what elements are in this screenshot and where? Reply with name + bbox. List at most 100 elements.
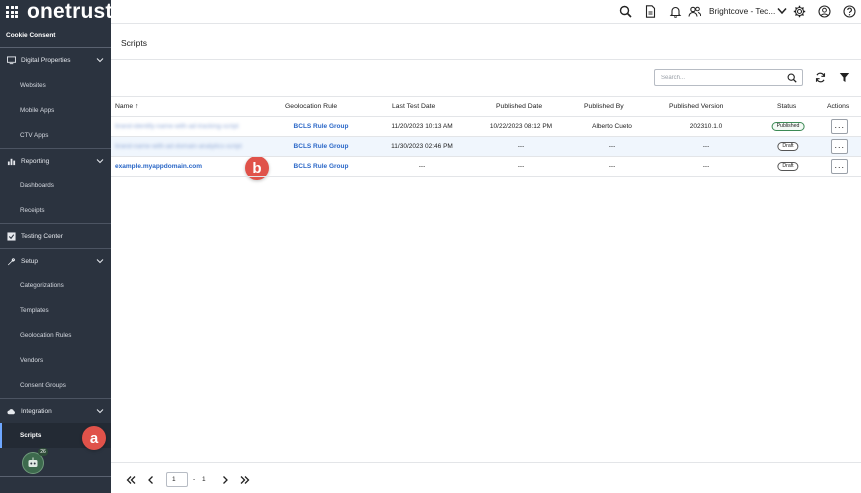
- nav-group-reporting[interactable]: Reporting: [0, 148, 111, 173]
- onetrust-logo[interactable]: onetrust: [27, 0, 113, 24]
- column-header-published-date[interactable]: Published Date: [496, 103, 542, 110]
- column-header-geolocation-rule[interactable]: Geolocation Rule: [285, 103, 337, 110]
- published-version: ---: [702, 163, 710, 170]
- search-icon[interactable]: [787, 73, 797, 83]
- search-box[interactable]: [654, 69, 803, 86]
- account-icon[interactable]: [818, 5, 831, 18]
- last-test-date: 11/20/2023 10:13 AM: [391, 123, 453, 130]
- monitor-icon: [7, 56, 16, 65]
- row-actions-button[interactable]: ···: [831, 139, 848, 154]
- sidebar-item-websites[interactable]: Websites: [0, 73, 111, 98]
- sort-ascending-icon[interactable]: ↑: [135, 103, 138, 110]
- sidebar-item-geolocation-rules[interactable]: Geolocation Rules: [0, 323, 111, 348]
- published-by: ---: [608, 163, 616, 170]
- published-date: ---: [517, 163, 525, 170]
- published-version: ---: [702, 143, 710, 150]
- table-row[interactable]: brand-identify-name-with-ad-tracking-scr…: [111, 117, 861, 137]
- column-header-status: Status: [777, 103, 797, 110]
- column-header-last-test-date[interactable]: Last Test Date: [392, 103, 435, 110]
- refresh-icon[interactable]: [815, 72, 826, 83]
- nav-group-label: Digital Properties: [21, 57, 71, 64]
- app-launcher-icon[interactable]: [6, 6, 18, 18]
- geolocation-rule-link[interactable]: BCLS Rule Group: [294, 123, 349, 130]
- page-title: Scripts: [121, 38, 147, 48]
- previous-page-icon[interactable]: [146, 475, 156, 485]
- sidebar-item-consent-groups[interactable]: Consent Groups: [0, 373, 111, 398]
- column-header-published-by[interactable]: Published By: [584, 103, 624, 110]
- chevron-down-icon[interactable]: [96, 56, 104, 64]
- users-icon[interactable]: [688, 5, 701, 18]
- sidebar-item-templates[interactable]: Templates: [0, 298, 111, 323]
- published-by: Alberto Cueto: [592, 123, 632, 130]
- wrench-icon: [7, 257, 16, 265]
- sidebar-item-dashboards[interactable]: Dashboards: [0, 173, 111, 198]
- nav-group-setup[interactable]: Setup: [0, 248, 111, 273]
- bell-icon[interactable]: [669, 5, 682, 18]
- search-icon[interactable]: [619, 5, 632, 18]
- nav-group-label: Integration: [21, 407, 52, 415]
- status-badge: Draft: [777, 142, 799, 151]
- table-row[interactable]: brand-name-with-ad-domain-analytics-scri…: [111, 137, 861, 157]
- sidebar-item-mobile-apps[interactable]: Mobile Apps: [0, 98, 111, 123]
- table-header: Name ↑ Geolocation Rule Last Test Date P…: [111, 96, 861, 117]
- notification-count-badge: 26: [38, 448, 48, 456]
- chevron-down-icon[interactable]: [96, 407, 104, 415]
- chevron-down-icon: [777, 8, 787, 15]
- sidebar: onetrust Cookie Consent Digital Properti…: [0, 0, 113, 493]
- annotation-marker-a: a: [82, 426, 106, 450]
- tenant-name: Brightcove - Tec...: [709, 6, 776, 16]
- script-name-link[interactable]: brand-identify-name-with-ad-tracking-scr…: [115, 123, 239, 130]
- page-separator: -: [193, 476, 196, 483]
- sidebar-item-receipts[interactable]: Receipts: [0, 198, 111, 223]
- scripts-table: Name ↑ Geolocation Rule Last Test Date P…: [111, 96, 861, 177]
- nav-group-label: Reporting: [21, 157, 50, 165]
- search-input[interactable]: [661, 72, 781, 83]
- column-header-actions: Actions: [827, 103, 850, 110]
- gear-icon[interactable]: [793, 5, 806, 18]
- last-page-icon[interactable]: [240, 475, 250, 485]
- total-pages: 1: [202, 476, 206, 483]
- nav-group-integration[interactable]: Integration: [0, 398, 111, 423]
- sidebar-item-categorizations[interactable]: Categorizations: [0, 273, 111, 298]
- last-test-date: 11/30/2023 02:46 PM: [391, 143, 453, 150]
- geolocation-rule-link[interactable]: BCLS Rule Group: [294, 143, 349, 150]
- sidebar-divider: [0, 476, 111, 477]
- status-badge: Draft: [777, 162, 799, 171]
- script-name-link[interactable]: example.myappdomain.com: [115, 163, 202, 170]
- row-actions-button[interactable]: ···: [831, 159, 848, 174]
- page-header: Scripts: [111, 25, 861, 60]
- next-page-icon[interactable]: [220, 475, 230, 485]
- nav-group-digital-properties[interactable]: Digital Properties: [0, 48, 111, 73]
- nav-group-label: Testing Center: [21, 232, 63, 240]
- brand-bar: onetrust: [0, 0, 113, 24]
- status-badge: Published: [771, 122, 805, 131]
- document-icon[interactable]: [644, 5, 657, 18]
- table-row[interactable]: example.myappdomain.com BCLS Rule Group …: [111, 157, 861, 177]
- published-date: ---: [517, 143, 525, 150]
- last-test-date: ---: [418, 163, 426, 170]
- script-name-link[interactable]: brand-name-with-ad-domain-analytics-scri…: [115, 143, 242, 150]
- chevron-down-icon[interactable]: [96, 257, 104, 265]
- product-name: Cookie Consent: [0, 24, 111, 48]
- first-page-icon[interactable]: [126, 475, 136, 485]
- tenant-switcher[interactable]: Brightcove - Tec...: [709, 6, 787, 16]
- nav-group-label: Setup: [21, 257, 38, 265]
- top-bar: Brightcove - Tec...: [111, 0, 861, 24]
- robot-icon: [28, 457, 38, 467]
- published-by: ---: [608, 143, 616, 150]
- help-icon[interactable]: [843, 5, 856, 18]
- chevron-down-icon[interactable]: [96, 157, 104, 165]
- filter-icon[interactable]: [839, 72, 850, 83]
- testing-center-icon: [7, 231, 16, 241]
- published-date: 10/22/2023 08:12 PM: [489, 123, 553, 130]
- page-number-input[interactable]: [166, 472, 188, 487]
- row-actions-button[interactable]: ···: [831, 119, 848, 134]
- cloud-icon: [7, 408, 15, 414]
- column-header-name[interactable]: Name ↑: [115, 103, 138, 110]
- nav-group-testing-center[interactable]: Testing Center: [0, 223, 111, 248]
- bar-chart-icon: [7, 158, 16, 165]
- sidebar-item-vendors[interactable]: Vendors: [0, 348, 111, 373]
- column-header-published-version[interactable]: Published Version: [669, 103, 723, 110]
- geolocation-rule-link[interactable]: BCLS Rule Group: [294, 163, 349, 170]
- sidebar-item-ctv-apps[interactable]: CTV Apps: [0, 123, 111, 148]
